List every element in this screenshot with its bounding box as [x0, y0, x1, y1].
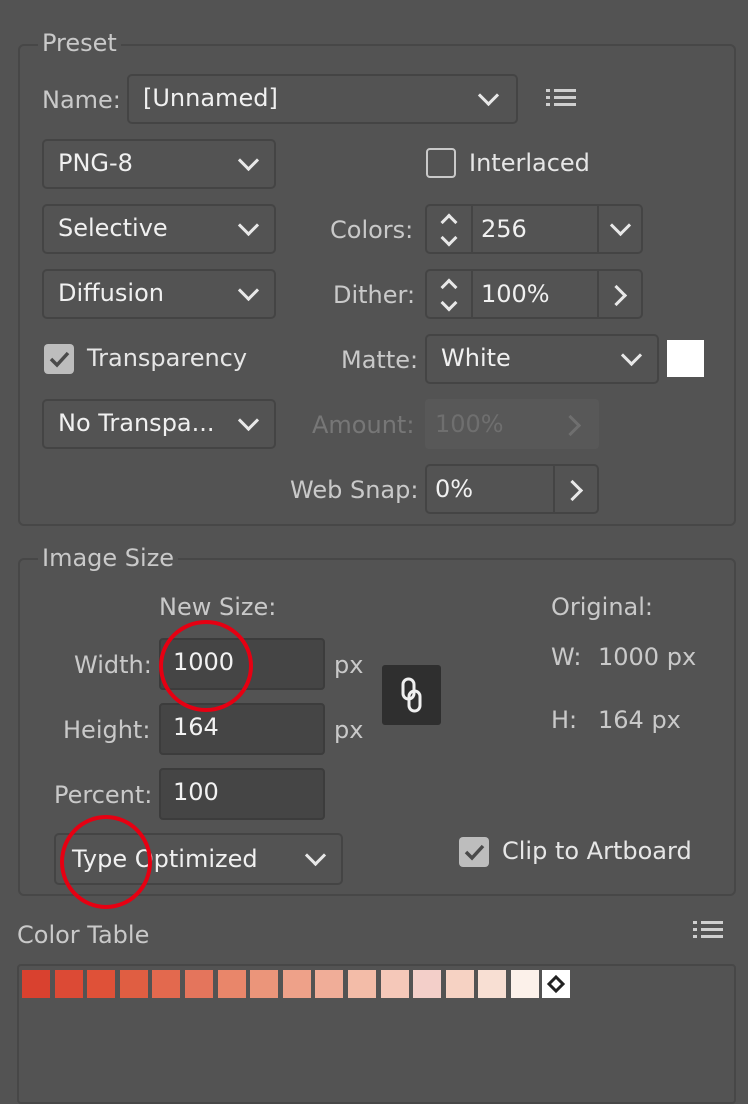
- transparent-swatch-icon[interactable]: [542, 970, 570, 998]
- color-table-title: Color Table: [17, 921, 150, 949]
- transparency-dither-value: No Transpa...: [58, 409, 215, 437]
- height-unit: px: [334, 716, 364, 744]
- height-input[interactable]: 164: [159, 703, 325, 755]
- divider: [553, 466, 555, 512]
- increment-icon[interactable]: [440, 278, 458, 296]
- color-swatch[interactable]: [315, 970, 344, 998]
- divider: [597, 271, 599, 317]
- chevron-right-icon: [559, 414, 582, 437]
- image-size-legend: Image Size: [38, 543, 179, 573]
- color-swatch[interactable]: [87, 970, 116, 998]
- chevron-down-icon: [620, 344, 643, 367]
- matte-value: White: [441, 344, 511, 372]
- format-value: PNG-8: [58, 149, 133, 177]
- clip-to-artboard-label: Clip to Artboard: [502, 837, 692, 865]
- new-size-label: New Size:: [159, 593, 277, 621]
- resample-quality-dropdown[interactable]: Type Optimized: [54, 833, 343, 885]
- chevron-down-icon: [304, 844, 327, 867]
- preset-name-dropdown[interactable]: [Unnamed]: [127, 74, 518, 124]
- original-h-value: 164 px: [598, 706, 681, 734]
- transparency-checkbox[interactable]: [44, 344, 74, 374]
- width-input[interactable]: 1000: [159, 638, 325, 690]
- color-reduction-dropdown[interactable]: Selective: [42, 204, 276, 254]
- preset-menu-icon[interactable]: [546, 88, 576, 112]
- checkmark-icon: [49, 351, 70, 368]
- color-swatch[interactable]: [478, 970, 507, 998]
- dither-algorithm-value: Diffusion: [58, 279, 164, 307]
- websnap-label: Web Snap:: [290, 476, 419, 504]
- color-swatch[interactable]: [380, 970, 409, 998]
- color-swatch[interactable]: [217, 970, 246, 998]
- color-swatch[interactable]: [250, 970, 279, 998]
- checkmark-icon: [464, 844, 485, 861]
- increment-icon[interactable]: [440, 213, 458, 231]
- constrain-proportions-button[interactable]: [382, 665, 441, 725]
- original-w-label: W:: [551, 643, 582, 671]
- preset-name-value: [Unnamed]: [143, 84, 278, 112]
- amount-value: 100%: [435, 410, 504, 438]
- transparency-dither-dropdown[interactable]: No Transpa...: [42, 399, 276, 449]
- chevron-right-icon[interactable]: [605, 284, 628, 307]
- colors-label: Colors:: [330, 216, 414, 244]
- chevron-down-icon: [477, 84, 500, 107]
- percent-input[interactable]: 100: [159, 768, 325, 820]
- amount-label: Amount:: [312, 411, 415, 439]
- link-icon: [401, 677, 422, 713]
- decrement-icon[interactable]: [440, 294, 458, 312]
- transparency-label: Transparency: [87, 344, 248, 372]
- dither-value[interactable]: 100%: [481, 271, 550, 317]
- format-dropdown[interactable]: PNG-8: [42, 139, 276, 189]
- divider: [471, 271, 473, 317]
- chevron-down-icon: [237, 279, 260, 302]
- chevron-down-icon: [237, 214, 260, 237]
- dither-stepper[interactable]: 100%: [425, 269, 643, 319]
- chevron-down-icon[interactable]: [609, 214, 632, 237]
- interlaced-label: Interlaced: [469, 149, 590, 177]
- color-swatch[interactable]: [54, 970, 83, 998]
- name-label: Name:: [42, 86, 121, 114]
- original-label: Original:: [551, 593, 653, 621]
- percent-label: Percent:: [54, 781, 153, 809]
- matte-dropdown[interactable]: White: [425, 334, 659, 384]
- color-swatch[interactable]: [348, 970, 376, 998]
- color-swatch[interactable]: [445, 970, 474, 998]
- color-reduction-value: Selective: [58, 214, 168, 242]
- color-swatch[interactable]: [22, 970, 50, 998]
- original-w-value: 1000 px: [598, 643, 697, 671]
- width-unit: px: [334, 651, 364, 679]
- resample-quality-value: Type Optimized: [72, 845, 258, 873]
- amount-field: 100%: [425, 399, 599, 449]
- matte-label: Matte:: [341, 346, 419, 374]
- dither-algorithm-dropdown[interactable]: Diffusion: [42, 269, 276, 319]
- websnap-value[interactable]: 0%: [435, 466, 473, 512]
- interlaced-checkbox[interactable]: [426, 148, 456, 178]
- preset-legend: Preset: [38, 28, 121, 58]
- height-label: Height:: [63, 716, 151, 744]
- clip-to-artboard-checkbox[interactable]: [459, 837, 489, 867]
- chevron-right-icon[interactable]: [561, 479, 584, 502]
- original-h-label: H:: [551, 706, 578, 734]
- chevron-down-icon: [237, 149, 260, 172]
- color-swatch[interactable]: [185, 970, 213, 998]
- width-label: Width:: [74, 651, 152, 679]
- color-swatch[interactable]: [119, 970, 148, 998]
- color-swatch[interactable]: [511, 970, 539, 998]
- colors-value[interactable]: 256: [481, 206, 527, 252]
- chevron-down-icon: [237, 409, 260, 432]
- color-swatch[interactable]: [413, 970, 442, 998]
- color-table-menu-icon[interactable]: [693, 920, 723, 944]
- colors-stepper[interactable]: 256: [425, 204, 643, 254]
- matte-color-swatch[interactable]: [667, 340, 704, 377]
- websnap-stepper[interactable]: 0%: [425, 464, 599, 514]
- color-swatch[interactable]: [282, 970, 311, 998]
- color-swatch[interactable]: [152, 970, 181, 998]
- decrement-icon[interactable]: [440, 229, 458, 247]
- divider: [597, 206, 599, 252]
- dither-label: Dither:: [333, 281, 416, 309]
- divider: [471, 206, 473, 252]
